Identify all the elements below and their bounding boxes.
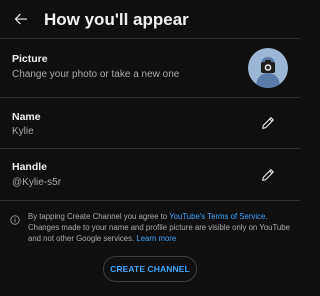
picture-subtitle: Change your photo or take a new one bbox=[12, 69, 180, 80]
terms-notice: By tapping Create Channel you agree to Y… bbox=[28, 211, 290, 244]
handle-value: @Kylie-s5r bbox=[12, 177, 62, 188]
camera-icon bbox=[256, 57, 280, 88]
pencil-icon bbox=[262, 169, 274, 181]
avatar[interactable] bbox=[248, 48, 288, 88]
name-row[interactable]: Name Kylie bbox=[0, 98, 300, 148]
picture-label: Picture bbox=[12, 53, 48, 65]
pencil-icon bbox=[262, 117, 274, 129]
page-title: How you'll appear bbox=[44, 10, 189, 29]
edit-handle-button[interactable] bbox=[258, 165, 278, 185]
edit-name-button[interactable] bbox=[258, 113, 278, 133]
name-label: Name bbox=[12, 111, 41, 123]
create-channel-button[interactable]: CREATE CHANNEL bbox=[103, 256, 197, 282]
handle-label: Handle bbox=[12, 161, 48, 173]
terms-notice-text-1: By tapping Create Channel you agree to bbox=[28, 212, 170, 221]
name-value: Kylie bbox=[12, 126, 34, 137]
info-icon bbox=[10, 215, 20, 225]
app-header: How you'll appear bbox=[0, 0, 300, 38]
arrow-left-icon bbox=[14, 13, 27, 25]
handle-row[interactable]: Handle @Kylie-s5r bbox=[0, 149, 300, 199]
back-button[interactable] bbox=[8, 6, 34, 32]
terms-of-service-link[interactable]: YouTube's Terms of Service bbox=[169, 212, 265, 221]
learn-more-link[interactable]: Learn more bbox=[136, 234, 176, 243]
section-divider-3 bbox=[0, 200, 300, 201]
